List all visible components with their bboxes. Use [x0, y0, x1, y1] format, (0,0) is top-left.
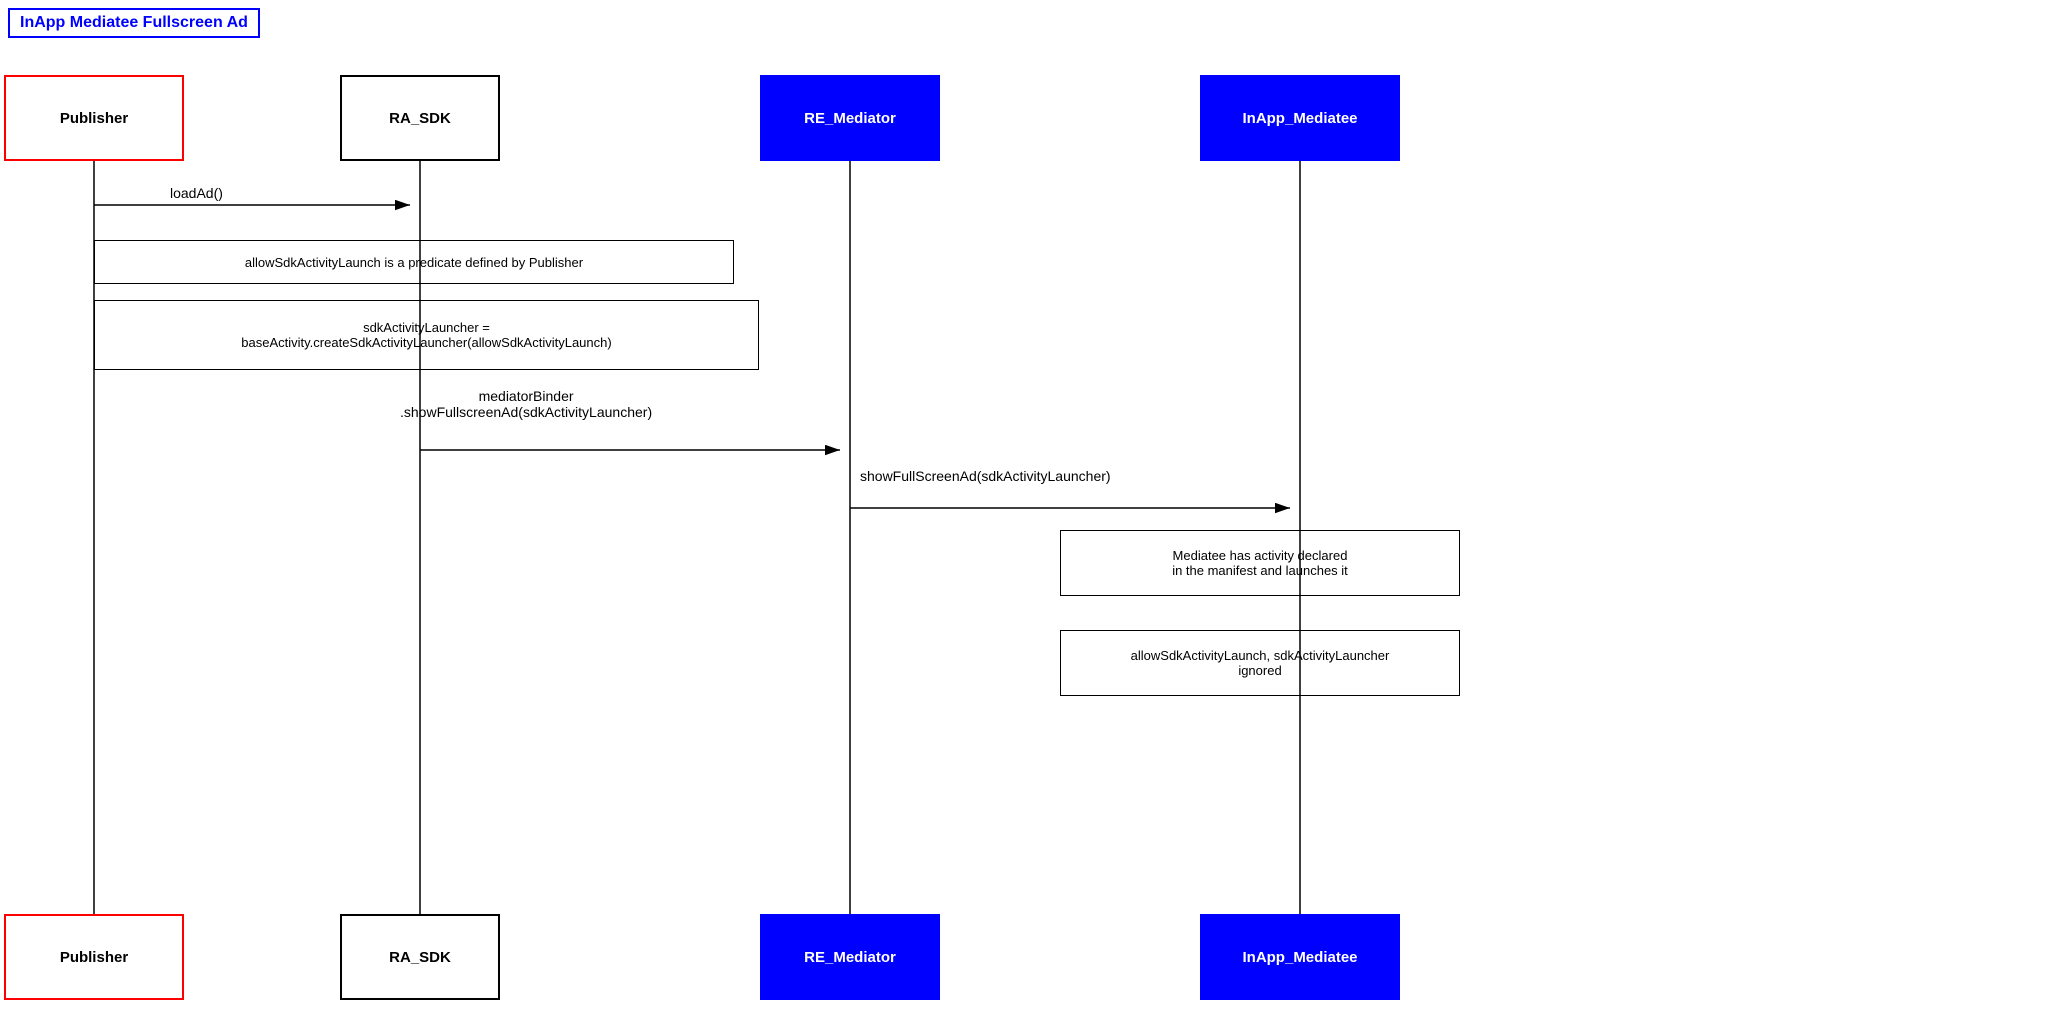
actor-inapp-mediatee-bottom: InApp_Mediatee: [1200, 914, 1400, 1000]
note-load-ad: loadAd(): [170, 185, 223, 201]
note-allow-sdk-ignored: allowSdkActivityLaunch, sdkActivityLaunc…: [1060, 630, 1460, 696]
actor-publisher-bottom: Publisher: [4, 914, 184, 1000]
note-mediator-binder: mediatorBinder .showFullscreenAd(sdkActi…: [400, 388, 652, 420]
actor-re-mediator-top: RE_Mediator: [760, 75, 940, 161]
diagram-title: InApp Mediatee Fullscreen Ad: [8, 8, 260, 38]
actor-re-mediator-bottom: RE_Mediator: [760, 914, 940, 1000]
diagram-lines: [0, 0, 2048, 1019]
diagram-container: InApp Mediatee Fullscreen Ad Publisher R…: [0, 0, 2048, 1019]
actor-publisher-top: Publisher: [4, 75, 184, 161]
note-show-fullscreen: showFullScreenAd(sdkActivityLauncher): [860, 468, 1111, 484]
actor-ra-sdk-bottom: RA_SDK: [340, 914, 500, 1000]
actor-inapp-mediatee-top: InApp_Mediatee: [1200, 75, 1400, 161]
note-mediatee-activity: Mediatee has activity declared in the ma…: [1060, 530, 1460, 596]
note-sdk-activity-launcher: sdkActivityLauncher = baseActivity.creat…: [94, 300, 759, 370]
note-allow-sdk-predicate: allowSdkActivityLaunch is a predicate de…: [94, 240, 734, 284]
actor-ra-sdk-top: RA_SDK: [340, 75, 500, 161]
